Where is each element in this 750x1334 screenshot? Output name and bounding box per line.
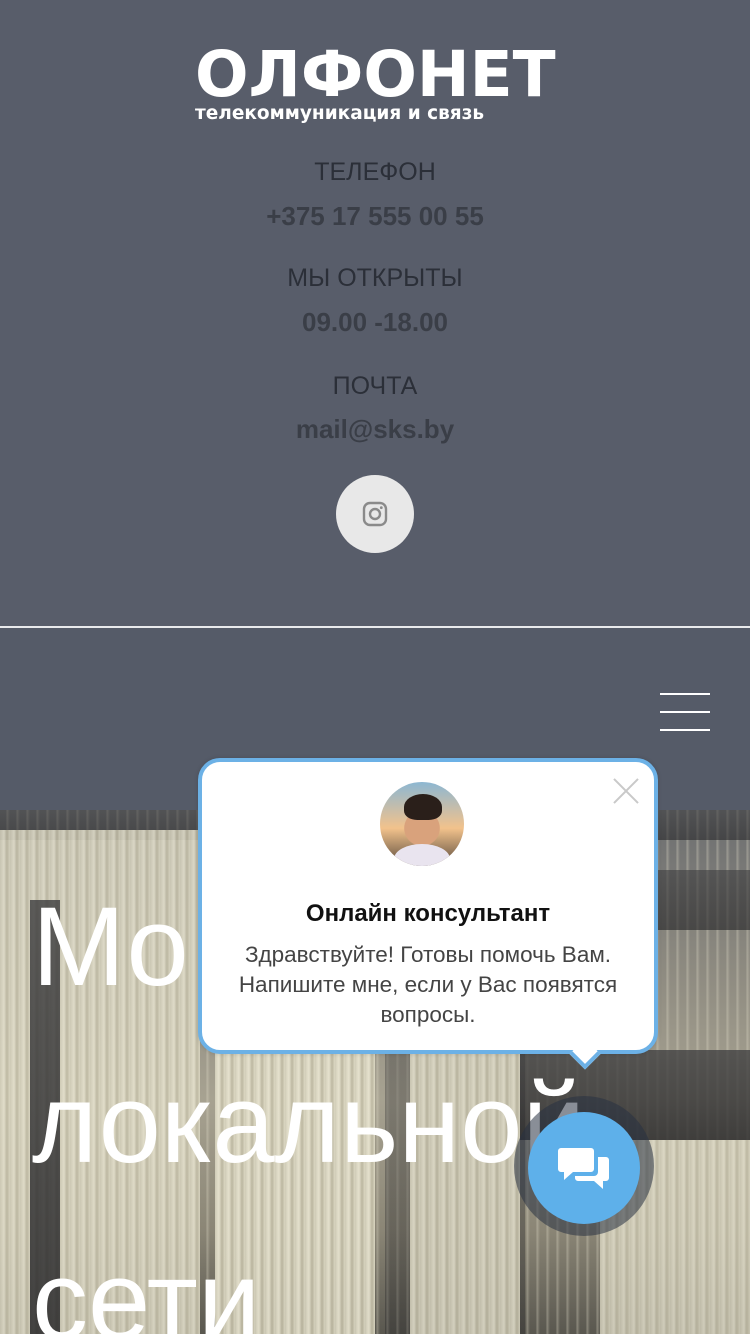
chat-bubbles-icon — [558, 1148, 609, 1189]
phone-link[interactable]: +375 17 555 00 55 — [0, 201, 750, 232]
avatar — [380, 782, 464, 866]
chat-popup-title: Онлайн консультант — [305, 900, 551, 927]
chat-open-button[interactable] — [528, 1112, 640, 1224]
mail-label: ПОЧТА — [332, 372, 418, 400]
instagram-icon — [362, 501, 388, 527]
hero-title-line-2: локальной — [32, 1061, 586, 1186]
site-header: ОЛФОНЕТ телекоммуникация и связь ТЕЛЕФОН… — [0, 0, 750, 627]
hero-title-line-3: сети — [32, 1238, 261, 1334]
hours-label: МЫ ОТКРЫТЫ — [287, 264, 463, 292]
hamburger-menu-icon[interactable] — [660, 692, 710, 732]
chat-popup-message: Здравствуйте! Готовы помочь Вам. Напишит… — [238, 942, 618, 1027]
hours-value: 09.00 -18.00 — [301, 307, 448, 337]
close-icon[interactable] — [610, 774, 642, 806]
mail-link[interactable]: mail@sks.by — [0, 414, 750, 445]
instagram-button[interactable] — [336, 475, 414, 553]
phone-label: ТЕЛЕФОН — [314, 158, 436, 186]
brand-name: ОЛФОНЕТ — [195, 38, 556, 111]
brand-logo[interactable]: ОЛФОНЕТ телекоммуникация и связь — [195, 38, 557, 126]
